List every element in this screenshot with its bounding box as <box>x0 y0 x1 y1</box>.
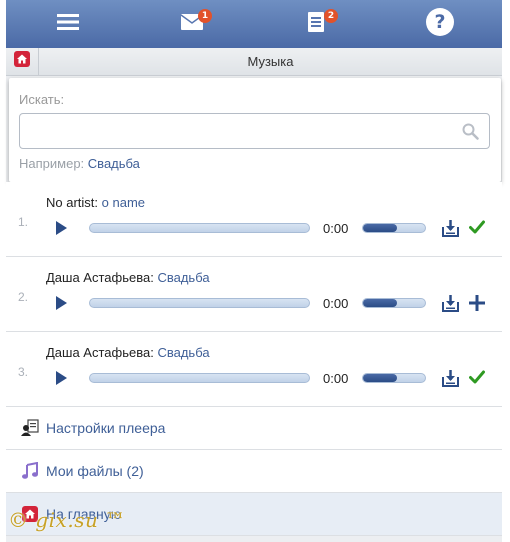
track-title: Даша Астафьева: Свадьба <box>46 270 210 285</box>
page-header: Музыка <box>6 48 502 76</box>
search-example: Например: Свадьба <box>19 156 140 171</box>
track-title: Даша Астафьева: Свадьба <box>46 345 210 360</box>
menu-item-player-settings[interactable]: Настройки плеера <box>6 407 502 450</box>
track-number: 1. <box>18 215 29 229</box>
search-icon[interactable] <box>462 123 479 145</box>
track-number: 2. <box>18 290 29 304</box>
messages-button[interactable]: 1 <box>130 0 254 48</box>
play-icon[interactable] <box>56 221 67 235</box>
track-number: 3. <box>18 365 29 379</box>
track-progress-bar[interactable] <box>89 373 310 383</box>
volume-slider[interactable] <box>362 298 426 308</box>
svg-text:?: ? <box>434 11 445 33</box>
track-progress-bar[interactable] <box>89 223 310 233</box>
volume-fill <box>363 299 398 307</box>
player-settings-icon <box>18 419 42 437</box>
home-icon <box>14 51 30 72</box>
download-icon[interactable] <box>442 294 459 317</box>
header-home-button[interactable] <box>6 48 39 75</box>
check-icon[interactable] <box>469 220 485 239</box>
track-time: 0:00 <box>323 371 349 386</box>
watermark: © gix.su ™ <box>8 508 126 532</box>
notifications-badge: 2 <box>324 9 338 23</box>
document-list-icon <box>308 11 324 37</box>
menu-item-my-files[interactable]: Мои файлы (2) <box>6 450 502 493</box>
help-question-icon: ? <box>425 7 455 42</box>
menu-item-label: Мои файлы (2) <box>46 463 144 479</box>
page-title: Музыка <box>247 54 294 69</box>
track-artist: Даша Астафьева: <box>46 345 154 360</box>
download-icon[interactable] <box>442 219 459 242</box>
track-progress-bar[interactable] <box>89 298 310 308</box>
volume-fill <box>363 224 398 232</box>
track-row: 1. No artist: o name 0:00 <box>6 182 502 257</box>
track-artist: Даша Астафьева: <box>46 270 154 285</box>
track-time: 0:00 <box>323 296 349 311</box>
menu-item-label: Настройки плеера <box>46 420 166 436</box>
plus-icon[interactable] <box>469 295 485 316</box>
check-icon[interactable] <box>469 370 485 389</box>
search-example-label: Например: <box>19 156 85 171</box>
track-title: No artist: o name <box>46 195 145 210</box>
search-input[interactable] <box>24 116 454 146</box>
content-list: 1. No artist: o name 0:00 2. Даша Астафь… <box>6 182 502 536</box>
menu-button[interactable] <box>6 0 130 48</box>
track-row: 3. Даша Астафьева: Свадьба 0:00 <box>6 332 502 407</box>
help-button[interactable]: ? <box>378 0 502 48</box>
volume-fill <box>363 374 398 382</box>
top-nav-bar: 1 2 ? <box>6 0 502 48</box>
search-example-link[interactable]: Свадьба <box>88 156 140 171</box>
track-song-link[interactable]: o name <box>102 195 145 210</box>
track-song-link[interactable]: Свадьба <box>157 270 209 285</box>
track-row: 2. Даша Астафьева: Свадьба 0:00 <box>6 257 502 332</box>
search-box[interactable] <box>19 113 490 149</box>
track-artist: No artist: <box>46 195 99 210</box>
volume-slider[interactable] <box>362 373 426 383</box>
play-icon[interactable] <box>56 371 67 385</box>
messages-badge: 1 <box>198 9 212 23</box>
search-panel: Искать: Например: Свадьба <box>9 78 501 182</box>
hamburger-menu-icon <box>57 13 79 36</box>
track-song-link[interactable]: Свадьба <box>157 345 209 360</box>
download-icon[interactable] <box>442 369 459 392</box>
volume-slider[interactable] <box>362 223 426 233</box>
play-icon[interactable] <box>56 296 67 310</box>
notifications-button[interactable]: 2 <box>254 0 378 48</box>
music-note-icon <box>18 462 42 480</box>
search-label: Искать: <box>19 92 65 107</box>
track-time: 0:00 <box>323 221 349 236</box>
